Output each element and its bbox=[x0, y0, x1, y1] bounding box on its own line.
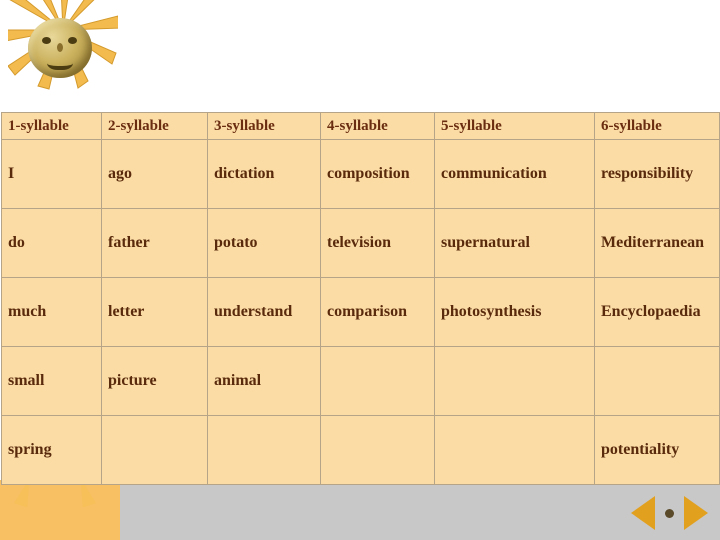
table-row: do father potato television supernatural… bbox=[1, 208, 720, 278]
cell-r4c2: picture bbox=[101, 346, 208, 416]
slide-navigation[interactable] bbox=[631, 496, 708, 530]
cell-r2c2: father bbox=[101, 208, 208, 278]
cell-r5c6: potentiality bbox=[594, 415, 720, 485]
column-header-6-syllable: 6-syllable bbox=[594, 112, 720, 140]
cell-r4c4 bbox=[320, 346, 435, 416]
sun-nose-icon bbox=[57, 43, 63, 52]
sun-graphic bbox=[0, 0, 120, 110]
nav-next-arrow-icon[interactable] bbox=[684, 496, 708, 530]
cell-r1c5: communication bbox=[434, 139, 595, 209]
table-header-row: 1-syllable 2-syllable 3-syllable 4-sylla… bbox=[1, 112, 720, 140]
cell-r4c5 bbox=[434, 346, 595, 416]
cell-r4c1: small bbox=[1, 346, 102, 416]
bottom-gray-bar bbox=[120, 480, 720, 540]
cell-r3c6: Encyclopaedia bbox=[594, 277, 720, 347]
cell-r2c6: Mediterranean bbox=[594, 208, 720, 278]
cell-r2c1: do bbox=[1, 208, 102, 278]
column-header-3-syllable: 3-syllable bbox=[207, 112, 321, 140]
column-header-2-syllable: 2-syllable bbox=[101, 112, 208, 140]
cell-r2c5: supernatural bbox=[434, 208, 595, 278]
nav-dot-icon[interactable] bbox=[665, 508, 674, 518]
sun-face-icon bbox=[28, 18, 92, 78]
cell-r4c6 bbox=[594, 346, 720, 416]
column-header-5-syllable: 5-syllable bbox=[434, 112, 595, 140]
cell-r3c1: much bbox=[1, 277, 102, 347]
sun-mouth-icon bbox=[47, 53, 73, 70]
column-header-1-syllable: 1-syllable bbox=[1, 112, 102, 140]
cell-r2c4: television bbox=[320, 208, 435, 278]
cell-r5c1: spring bbox=[1, 415, 102, 485]
cell-r1c4: composition bbox=[320, 139, 435, 209]
cell-r3c5: photosynthesis bbox=[434, 277, 595, 347]
cell-r1c1: I bbox=[1, 139, 102, 209]
table-row: I ago dictation composition communicatio… bbox=[1, 139, 720, 209]
table-body: I ago dictation composition communicatio… bbox=[1, 139, 720, 485]
syllable-table: 1-syllable 2-syllable 3-syllable 4-sylla… bbox=[1, 112, 720, 485]
table-row: small picture animal bbox=[1, 346, 720, 416]
nav-previous-arrow-icon[interactable] bbox=[631, 496, 655, 530]
syllable-table-container: 1-syllable 2-syllable 3-syllable 4-sylla… bbox=[1, 112, 720, 485]
cell-r3c4: comparison bbox=[320, 277, 435, 347]
cell-r1c2: ago bbox=[101, 139, 208, 209]
cell-r1c3: dictation bbox=[207, 139, 321, 209]
cell-r2c3: potato bbox=[207, 208, 321, 278]
cell-r4c3: animal bbox=[207, 346, 321, 416]
cell-r3c3: understand bbox=[207, 277, 321, 347]
table-row: spring potentiality bbox=[1, 415, 720, 485]
cell-r3c2: letter bbox=[101, 277, 208, 347]
cell-r5c3 bbox=[207, 415, 321, 485]
slide-canvas: 1-syllable 2-syllable 3-syllable 4-sylla… bbox=[0, 0, 720, 540]
cell-r5c2 bbox=[101, 415, 208, 485]
column-header-4-syllable: 4-syllable bbox=[320, 112, 435, 140]
cell-r5c4 bbox=[320, 415, 435, 485]
cell-r1c6: responsibility bbox=[594, 139, 720, 209]
table-header: 1-syllable 2-syllable 3-syllable 4-sylla… bbox=[1, 112, 720, 140]
table-row: much letter understand comparison photos… bbox=[1, 277, 720, 347]
cell-r5c5 bbox=[434, 415, 595, 485]
